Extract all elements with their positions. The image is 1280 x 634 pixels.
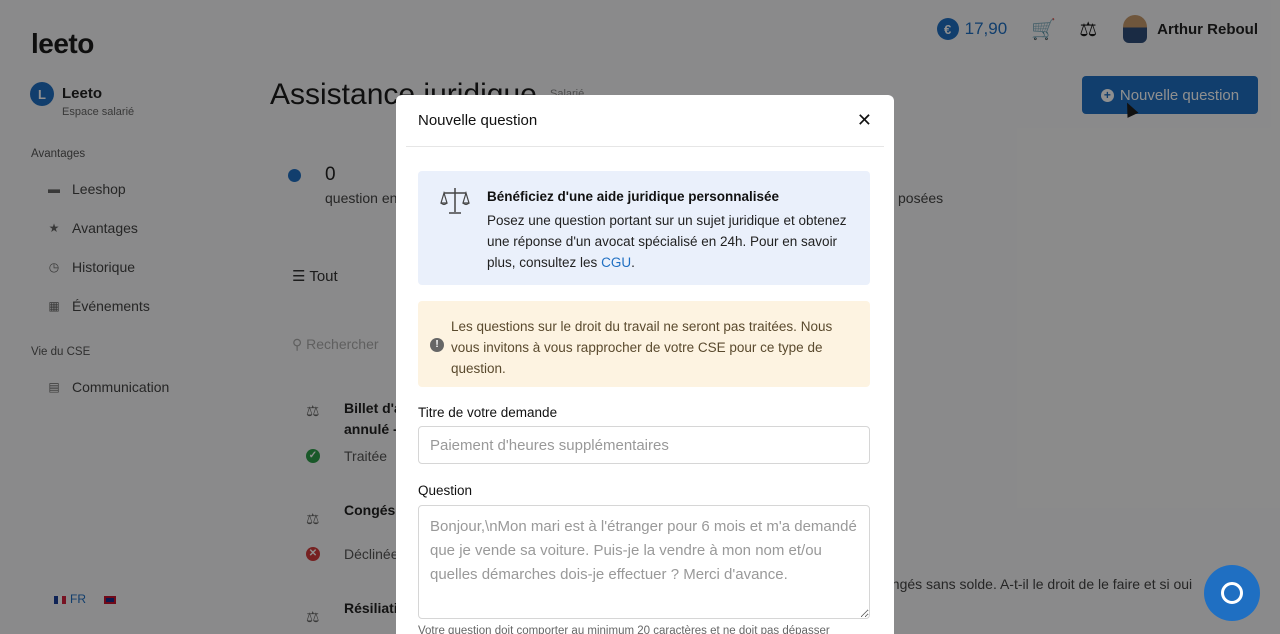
cgu-link[interactable]: CGU [601, 255, 631, 270]
new-question-dialog: Nouvelle question ✕ Bénéficiez d'une aid… [396, 95, 894, 634]
chat-support-button[interactable] [1204, 565, 1260, 621]
warning-banner: ! Les questions sur le droit du travail … [418, 301, 870, 387]
info-title: Bénéficiez d'une aide juridique personna… [487, 189, 780, 204]
question-textarea[interactable] [418, 505, 870, 619]
question-help-text: Votre question doit comporter au minimum… [418, 625, 830, 634]
chat-bubble-icon [1221, 582, 1243, 604]
question-field-label: Question [418, 483, 473, 498]
scale-icon [440, 188, 470, 214]
warning-text: Les questions sur le droit du travail ne… [451, 319, 833, 376]
modal-header: Nouvelle question ✕ [406, 95, 884, 147]
close-button[interactable]: ✕ [857, 110, 872, 131]
title-field[interactable] [418, 426, 870, 464]
info-text: Posez une question portant sur un sujet … [487, 213, 847, 270]
modal-title: Nouvelle question [418, 112, 538, 129]
title-field-label: Titre de votre demande [418, 405, 558, 420]
info-banner: Bénéficiez d'une aide juridique personna… [418, 171, 870, 285]
info-circle-icon: ! [430, 338, 444, 352]
